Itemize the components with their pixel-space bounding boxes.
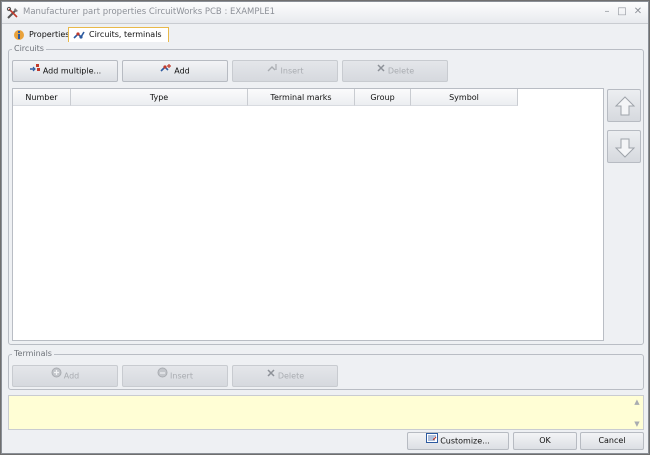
dialog-window: Manufacturer part properties CircuitWork… — [1, 1, 649, 454]
column-number[interactable]: Number — [13, 89, 71, 106]
cancel-button[interactable]: Cancel — [580, 432, 644, 450]
delete-terminal-label: Delete — [277, 371, 305, 381]
column-symbol[interactable]: Symbol — [411, 89, 518, 106]
arrow-down-icon — [608, 138, 642, 166]
insert-terminal-button[interactable]: Insert — [122, 365, 228, 387]
add-multiple-label: Add multiple... — [42, 66, 102, 76]
add-circuit-label: Add — [174, 66, 190, 76]
insert-circuit-label: Insert — [280, 66, 304, 76]
delete-terminal-icon — [266, 366, 276, 386]
delete-terminal-button[interactable]: Delete — [232, 365, 338, 387]
tab-circuits-label: Circuits, terminals — [89, 30, 162, 39]
tab-properties[interactable]: Properties — [8, 27, 76, 42]
customize-label: Customize... — [440, 436, 490, 446]
add-multiple-icon — [29, 61, 41, 81]
scroll-down-icon[interactable]: ▼ — [633, 420, 641, 428]
terminals-group-label: Terminals — [12, 349, 54, 358]
add-circuit-button[interactable]: Add — [122, 60, 228, 82]
insert-terminal-icon — [157, 366, 168, 386]
message-area[interactable]: ▲ ▼ — [8, 395, 644, 430]
column-group[interactable]: Group — [355, 89, 411, 106]
properties-icon — [13, 29, 25, 41]
add-terminal-button[interactable]: Add — [12, 365, 118, 387]
tab-circuits-terminals[interactable]: Circuits, terminals — [68, 27, 169, 42]
ok-button[interactable]: OK — [513, 432, 577, 450]
delete-circuit-button[interactable]: Delete — [342, 60, 448, 82]
circuits-table[interactable]: Number Type Terminal marks Group Symbol — [12, 88, 604, 341]
move-down-button[interactable] — [607, 130, 641, 163]
tab-properties-label: Properties — [29, 30, 70, 39]
column-terminal-marks[interactable]: Terminal marks — [248, 89, 355, 106]
circuits-table-header: Number Type Terminal marks Group Symbol — [13, 89, 518, 106]
title-bar: Manufacturer part properties CircuitWork… — [2, 2, 648, 24]
window-title: Manufacturer part properties CircuitWork… — [23, 7, 276, 17]
column-type[interactable]: Type — [71, 89, 248, 106]
tools-icon — [6, 6, 20, 20]
insert-icon — [267, 61, 279, 81]
move-up-button[interactable] — [607, 89, 641, 122]
customize-button[interactable]: Customize... — [407, 432, 509, 450]
add-multiple-button[interactable]: Add multiple... — [12, 60, 118, 82]
minimize-button[interactable]: – — [600, 5, 614, 19]
tab-strip: Properties Circuits, terminals — [2, 25, 648, 42]
customize-icon — [426, 433, 439, 449]
insert-circuit-button[interactable]: Insert — [232, 60, 338, 82]
add-terminal-icon — [51, 366, 62, 386]
add-terminal-label: Add — [63, 371, 80, 381]
delete-icon — [376, 61, 386, 81]
circuits-group-label: Circuits — [12, 44, 46, 53]
scroll-up-icon[interactable]: ▲ — [633, 398, 641, 406]
insert-terminal-label: Insert — [170, 371, 193, 381]
close-button[interactable]: ✕ — [631, 5, 645, 19]
circuits-icon — [73, 29, 85, 41]
maximize-button[interactable]: □ — [615, 5, 629, 19]
add-icon — [160, 61, 172, 81]
arrow-up-icon — [608, 96, 642, 125]
delete-circuit-label: Delete — [387, 66, 415, 76]
